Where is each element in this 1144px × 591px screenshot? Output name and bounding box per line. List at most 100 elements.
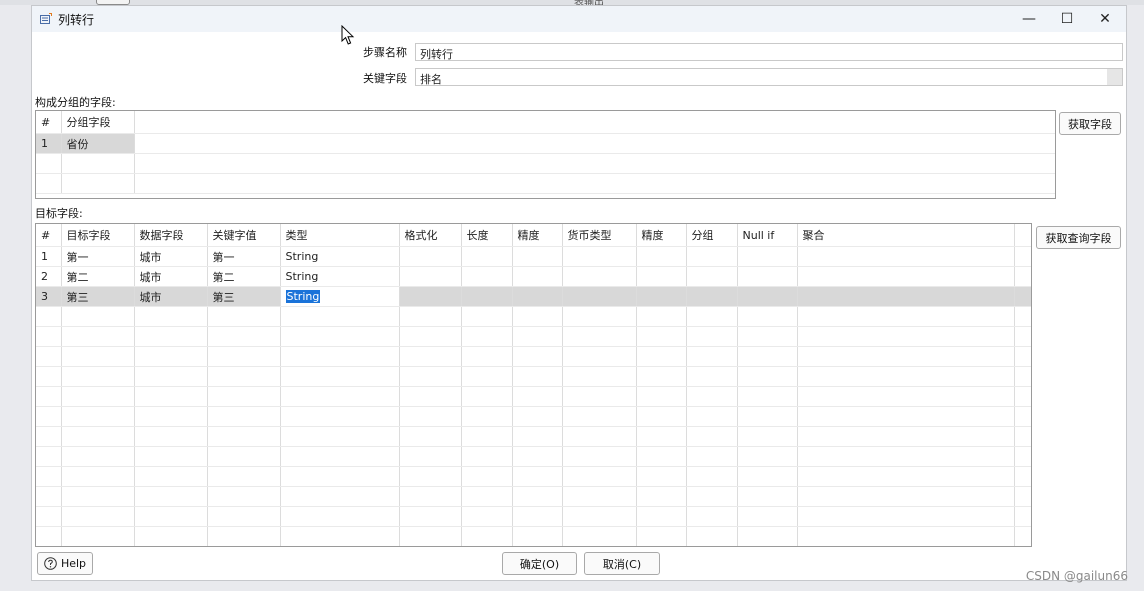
table-cell[interactable]	[797, 286, 1015, 307]
table-cell	[636, 426, 687, 447]
dialog-window: 列转行 — ☐ ✕ 步骤名称 列转行 关键字段 排名 构成分组的字段: # 分组…	[31, 5, 1127, 581]
table-cell[interactable]	[512, 246, 563, 267]
target-header-group[interactable]: 分组	[686, 224, 738, 247]
table-cell[interactable]	[686, 246, 738, 267]
step-name-label: 步骤名称	[363, 46, 407, 59]
table-cell	[134, 486, 208, 507]
group-row-field[interactable]: 省份	[61, 133, 135, 154]
target-header-length[interactable]: 长度	[461, 224, 513, 247]
table-cell	[636, 406, 687, 427]
table-cell	[636, 306, 687, 327]
table-cell[interactable]	[562, 266, 637, 287]
table-cell	[280, 426, 400, 447]
table-cell	[562, 306, 637, 327]
table-row	[36, 306, 1031, 327]
table-cell	[512, 346, 563, 367]
table-cell[interactable]: 第三	[207, 286, 281, 307]
ok-button[interactable]: 确定(O)	[502, 552, 577, 575]
close-button[interactable]: ✕	[1086, 6, 1124, 32]
table-cell[interactable]	[686, 266, 738, 287]
table-cell	[61, 386, 135, 407]
help-button[interactable]: Help	[37, 552, 93, 575]
target-header-null-if[interactable]: Null if	[737, 224, 798, 247]
table-cell	[797, 466, 1015, 487]
table-row[interactable]: 2 第二 城市 第二 String	[36, 266, 1031, 287]
target-header-data-field[interactable]: 数据字段	[134, 224, 208, 247]
table-cell[interactable]: 第三	[61, 286, 135, 307]
table-cell[interactable]	[737, 266, 798, 287]
table-cell	[399, 306, 462, 327]
table-cell[interactable]	[686, 286, 738, 307]
table-cell[interactable]: 城市	[134, 286, 208, 307]
row-index-cell	[36, 386, 62, 407]
table-cell	[280, 526, 400, 546]
table-cell	[1014, 506, 1031, 527]
target-header-target-field[interactable]: 目标字段	[61, 224, 135, 247]
target-header-currency[interactable]: 货币类型	[562, 224, 637, 247]
table-cell[interactable]: String	[280, 246, 400, 267]
type-cell-editor[interactable]: String	[285, 290, 321, 303]
table-row[interactable]: 1 第一 城市 第一 String	[36, 246, 1031, 267]
minimize-button[interactable]: —	[1010, 6, 1048, 32]
target-header-key-value[interactable]: 关键字值	[207, 224, 281, 247]
target-header-aggregation[interactable]: 聚合	[797, 224, 1015, 247]
get-fields-button[interactable]: 获取字段	[1059, 112, 1121, 135]
table-cell[interactable]	[636, 246, 687, 267]
table-cell[interactable]: 城市	[134, 246, 208, 267]
table-cell[interactable]	[461, 246, 513, 267]
table-cell[interactable]	[636, 266, 687, 287]
table-cell[interactable]: 第二	[207, 266, 281, 287]
target-header-type[interactable]: 类型	[280, 224, 400, 247]
target-header-format[interactable]: 格式化	[399, 224, 462, 247]
table-cell	[512, 486, 563, 507]
maximize-button[interactable]: ☐	[1048, 6, 1086, 32]
table-cell	[207, 306, 281, 327]
table-cell[interactable]: 城市	[134, 266, 208, 287]
table-cell	[461, 486, 513, 507]
table-cell[interactable]: 第一	[61, 246, 135, 267]
table-cell	[686, 506, 738, 527]
table-cell[interactable]	[562, 286, 637, 307]
table-cell[interactable]	[399, 246, 462, 267]
table-cell[interactable]	[461, 266, 513, 287]
table-row[interactable]: 3 第三 城市 第三 String	[36, 286, 1031, 307]
table-cell	[562, 446, 637, 467]
target-header-precision[interactable]: 精度	[512, 224, 563, 247]
table-cell	[399, 446, 462, 467]
table-cell[interactable]	[461, 286, 513, 307]
cancel-button[interactable]: 取消(C)	[584, 552, 660, 575]
table-row[interactable]: 1 省份	[36, 133, 1055, 154]
key-field-select[interactable]: 排名	[415, 68, 1123, 86]
table-cell[interactable]	[512, 286, 563, 307]
table-cell	[134, 306, 208, 327]
table-cell[interactable]	[737, 246, 798, 267]
get-lookup-fields-button[interactable]: 获取查询字段	[1036, 226, 1121, 249]
table-row	[36, 526, 1031, 546]
table-cell[interactable]	[399, 286, 462, 307]
table-cell[interactable]: String	[280, 286, 400, 307]
table-cell	[737, 446, 798, 467]
table-cell[interactable]	[797, 246, 1015, 267]
table-cell[interactable]: String	[280, 266, 400, 287]
table-cell[interactable]	[797, 266, 1015, 287]
step-name-input[interactable]: 列转行	[415, 43, 1123, 61]
target-header-decimal[interactable]: 精度	[636, 224, 687, 247]
table-cell[interactable]: 第二	[61, 266, 135, 287]
table-cell[interactable]	[737, 286, 798, 307]
group-header-field[interactable]: 分组字段	[61, 111, 135, 134]
table-cell	[636, 506, 687, 527]
row-index-cell: 1	[36, 246, 62, 267]
dropdown-arrow-icon[interactable]	[1107, 69, 1122, 85]
table-cell	[207, 366, 281, 387]
table-cell	[134, 506, 208, 527]
table-cell[interactable]	[399, 266, 462, 287]
table-cell	[61, 306, 135, 327]
table-cell[interactable]: 第一	[207, 246, 281, 267]
table-cell[interactable]	[562, 246, 637, 267]
table-cell[interactable]	[636, 286, 687, 307]
table-cell	[134, 366, 208, 387]
table-cell	[797, 346, 1015, 367]
table-cell	[461, 346, 513, 367]
table-cell	[686, 406, 738, 427]
table-cell[interactable]	[512, 266, 563, 287]
